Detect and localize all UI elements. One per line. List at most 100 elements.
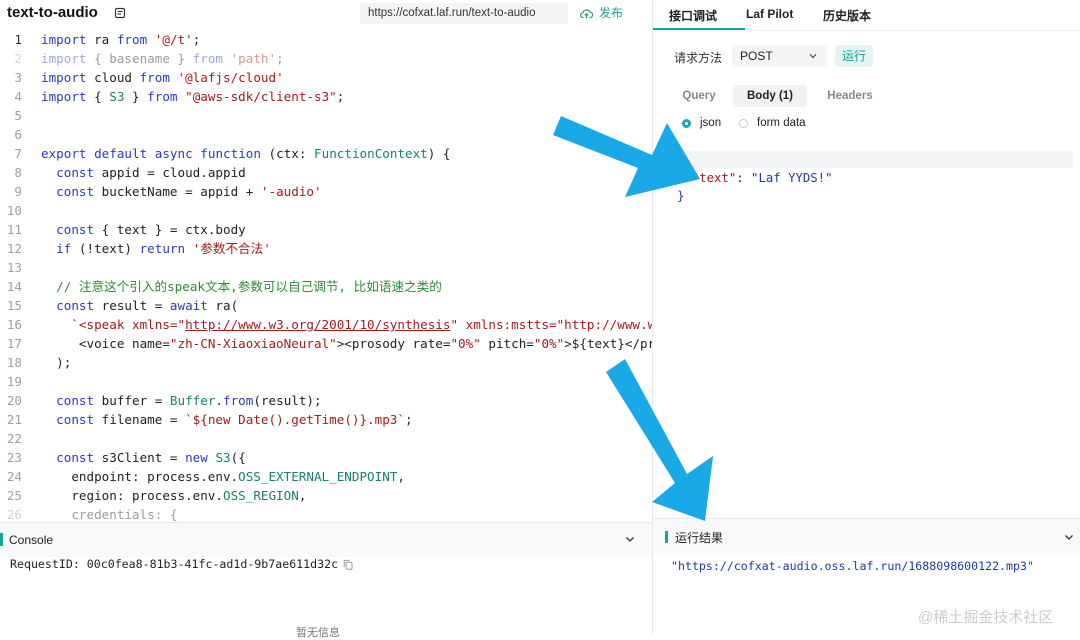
code-text: const bucketName = appid + '-audio' xyxy=(56,184,322,199)
document-icon[interactable] xyxy=(114,7,126,19)
chevron-down-icon[interactable] xyxy=(1064,533,1074,541)
code-text: <voice name="zh-CN-XiaoxiaoNeural"><pros… xyxy=(41,336,652,351)
tab-api-debug[interactable]: 接口调试 xyxy=(669,7,717,24)
radio-form-data[interactable] xyxy=(739,119,748,128)
code-text: const filename = `${new Date().getTime()… xyxy=(56,412,413,427)
chevron-down-icon xyxy=(809,53,817,59)
publish-button[interactable]: 发布 xyxy=(580,3,623,24)
code-line: 13 xyxy=(0,258,652,277)
active-tab-indicator xyxy=(653,28,745,30)
code-text: const buffer = Buffer.from(result); xyxy=(56,393,322,408)
tab-query[interactable]: Query xyxy=(667,85,731,107)
publish-label: 发布 xyxy=(599,6,624,20)
line-number: 17 xyxy=(6,336,22,351)
line-number: 18 xyxy=(6,355,22,370)
code-line: 15 const result = await ra( xyxy=(0,296,652,315)
code-text: // 注意这个引入的speak文本,参数可以自己调节, 比如语速之类的 xyxy=(41,279,442,294)
line-number: 3 xyxy=(14,70,22,85)
code-line: 12 if (!text) return '参数不合法' xyxy=(0,239,652,258)
line-number: 6 xyxy=(14,127,22,142)
console-header[interactable]: Console xyxy=(0,523,652,557)
code-line: 3 import cloud from '@lafjs/cloud' xyxy=(0,68,652,87)
code-line: 25 region: process.env.OSS_REGION, xyxy=(0,486,652,505)
tab-headers[interactable]: Headers xyxy=(815,85,885,107)
debug-tabs: 接口调试 Laf Pilot 历史版本 xyxy=(653,0,1080,31)
line-number: 1 xyxy=(14,32,22,47)
editor-pane: text-to-audio https://cofxat.laf.run/tex… xyxy=(0,0,652,639)
code-text: ); xyxy=(41,355,72,370)
radio-json[interactable] xyxy=(682,119,691,128)
code-line: 21 const filename = `${new Date().getTim… xyxy=(0,410,652,429)
code-line: 26 credentials: { xyxy=(0,505,652,522)
code-line: 2 import { basename } from 'path'; xyxy=(0,49,652,68)
request-subtabs: Query Body (1) Headers xyxy=(667,85,1069,107)
code-line: 6 xyxy=(0,125,652,144)
console-empty-text: 暂无信息 xyxy=(296,627,340,639)
code-line: 14 // 注意这个引入的speak文本,参数可以自己调节, 比如语速之类的 xyxy=(0,277,652,296)
line-number: 24 xyxy=(6,469,22,484)
line-number: 20 xyxy=(6,393,22,408)
line-number: 12 xyxy=(6,241,22,256)
line-number: 13 xyxy=(6,260,22,275)
code-text: import { S3 } from "@aws-sdk/client-s3"; xyxy=(41,89,345,104)
code-editor[interactable]: 1 import ra from '@/t'; 2 import { basename… xyxy=(0,30,652,522)
code-text: `<speak xmlns="http://www.w3.org/2001/10… xyxy=(71,317,652,332)
tab-body[interactable]: Body (1) xyxy=(733,85,807,107)
code-line: 11 const { text } = ctx.body xyxy=(0,220,652,239)
code-text: const appid = cloud.appid xyxy=(56,165,246,180)
json-line: "text": "Laf YYDS!" xyxy=(677,171,833,185)
code-line: 19 xyxy=(0,372,652,391)
copy-icon[interactable] xyxy=(343,559,353,570)
code-line: 18 ); xyxy=(0,353,652,372)
code-text: if (!text) return '参数不合法' xyxy=(56,241,271,256)
code-text: import ra from '@/t'; xyxy=(41,32,201,47)
line-number: 22 xyxy=(6,431,22,446)
upload-cloud-icon xyxy=(580,9,593,19)
result-tab-marker xyxy=(665,531,668,543)
code-line: 7 export default async function (ctx: Fun… xyxy=(0,144,652,163)
line-number: 15 xyxy=(6,298,22,313)
chevron-down-icon[interactable] xyxy=(625,535,635,543)
console-title: Console xyxy=(9,533,54,547)
line-number: 11 xyxy=(6,222,22,237)
request-id: RequestID: 00c0fea8-81b3-41fc-ad1d-9b7ae… xyxy=(10,557,339,571)
line-number: 2 xyxy=(14,51,22,66)
code-text: credentials: { xyxy=(41,507,178,522)
current-line-highlight xyxy=(669,151,1073,168)
console-panel: Console RequestID: 00c0fea8-81b3-41fc-ad… xyxy=(0,522,652,639)
line-number: 16 xyxy=(6,317,22,332)
editor-toolbar: text-to-audio https://cofxat.laf.run/tex… xyxy=(0,0,652,30)
tab-history[interactable]: 历史版本 xyxy=(823,7,871,24)
code-line: 10 xyxy=(0,201,652,220)
code-line: 9 const bucketName = appid + '-audio' xyxy=(0,182,652,201)
line-number: 23 xyxy=(6,450,22,465)
code-line: 16 `<speak xmlns="http://www.w3.org/2001… xyxy=(0,315,652,334)
code-text: const result = await ra( xyxy=(56,298,239,313)
json-line: } xyxy=(677,189,685,203)
line-number: 7 xyxy=(14,146,22,161)
line-number: 10 xyxy=(6,203,22,218)
code-line: 4 import { S3 } from "@aws-sdk/client-s3"… xyxy=(0,87,652,106)
line-number: 14 xyxy=(6,279,22,294)
radio-form-data-label: form data xyxy=(757,117,806,129)
code-text: import cloud from '@lafjs/cloud' xyxy=(41,70,284,85)
line-number: 8 xyxy=(14,165,22,180)
run-button[interactable]: 运行 xyxy=(835,45,873,67)
function-url[interactable]: https://cofxat.laf.run/text-to-audio xyxy=(360,3,568,24)
result-header[interactable]: 运行结果 xyxy=(653,519,1080,553)
code-text: export default async function (ctx: Func… xyxy=(41,146,451,161)
console-tab-marker xyxy=(0,533,3,546)
line-number: 25 xyxy=(6,488,22,503)
json-line: { xyxy=(677,153,685,167)
code-line: 5 xyxy=(0,106,652,125)
code-line: 1 import ra from '@/t'; xyxy=(0,30,652,49)
request-body-editor[interactable]: { "text": "Laf YYDS!" } xyxy=(669,150,1074,208)
tab-laf-pilot[interactable]: Laf Pilot xyxy=(746,7,793,21)
method-label: 请求方法 xyxy=(674,51,723,65)
debug-pane: 接口调试 Laf Pilot 历史版本 请求方法 POST 运行 Query B… xyxy=(653,0,1080,635)
code-line: 24 endpoint: process.env.OSS_EXTERNAL_EN… xyxy=(0,467,652,486)
line-number: 19 xyxy=(6,374,22,389)
result-title: 运行结果 xyxy=(675,531,724,545)
line-number: 9 xyxy=(14,184,22,199)
line-number: 4 xyxy=(14,89,22,104)
